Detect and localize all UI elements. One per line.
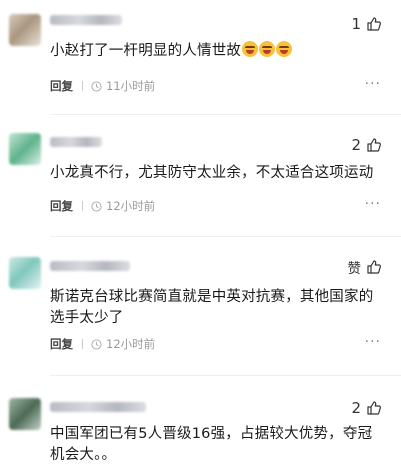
more-dots-icon[interactable]: ··· <box>365 196 381 212</box>
clock-icon <box>91 200 102 212</box>
comment-time: 12小时前 <box>106 199 156 213</box>
divider <box>50 375 401 376</box>
comment-meta: 回复 12小时前 <box>50 198 155 214</box>
clock-icon <box>91 338 102 350</box>
like-button[interactable]: 1 <box>351 14 382 34</box>
comment-text: 小龙真不行，尤其防守太业余，不太适合这项运动 <box>50 165 374 181</box>
divider <box>50 114 401 115</box>
comment-meta: 回复 12小时前 <box>50 336 155 352</box>
username[interactable] <box>50 15 122 25</box>
laughing-crying-emoji <box>242 41 259 57</box>
reply-button[interactable]: 回复 <box>50 336 73 352</box>
separator <box>82 339 83 349</box>
clock-icon <box>91 80 102 92</box>
comment-time: 12小时前 <box>106 337 156 351</box>
avatar[interactable] <box>9 398 41 430</box>
avatar[interactable] <box>9 133 41 165</box>
divider <box>50 236 401 237</box>
like-button[interactable]: 赞 <box>348 257 383 277</box>
comment-text: 中国军团已有5人晋级16强，占据较大优势，夺冠机会大。。 <box>50 426 373 463</box>
comment-text: 斯诺克台球比赛简直就是中英对抗赛，其他国家的选手太少了 <box>50 289 374 326</box>
reply-button[interactable]: 回复 <box>50 198 73 214</box>
separator <box>82 201 83 211</box>
like-button[interactable]: 2 <box>351 398 382 418</box>
reply-button[interactable]: 回复 <box>50 78 73 94</box>
comment-meta: 回复 11小时前 <box>50 78 155 94</box>
like-count: 1 <box>351 15 361 33</box>
like-count: 2 <box>351 136 361 154</box>
thumbs-up-icon <box>367 138 381 152</box>
like-button[interactable]: 2 <box>351 135 382 155</box>
avatar[interactable] <box>9 257 41 289</box>
comment-item: 2 小龙真不行，尤其防守太业余，不太适合这项运动 回复 12小时前 ··· <box>0 116 401 239</box>
username[interactable] <box>50 402 146 412</box>
thumbs-up-icon <box>367 401 381 415</box>
username[interactable] <box>50 261 130 271</box>
like-count: 赞 <box>347 261 362 277</box>
comment-item: 2 中国军团已有5人晋级16强，占据较大优势，夺冠机会大。。 <box>0 378 401 467</box>
laughing-crying-emoji <box>259 41 276 57</box>
username[interactable] <box>50 137 102 147</box>
comment-item: 1 小赵打了一杆明显的人情世故 回复 11小时前 ··· <box>0 0 401 116</box>
more-dots-icon[interactable]: ··· <box>365 76 381 92</box>
comment-item: 赞 斯诺克台球比赛简直就是中英对抗赛，其他国家的选手太少了 回复 12小时前 ·… <box>0 239 401 378</box>
like-count: 2 <box>351 399 361 417</box>
thumbs-up-icon <box>367 17 381 31</box>
comment-text: 小赵打了一杆明显的人情世故 <box>50 41 385 62</box>
separator <box>82 81 83 91</box>
laughing-crying-emoji <box>276 41 293 57</box>
avatar[interactable] <box>9 14 41 46</box>
more-dots-icon[interactable]: ··· <box>365 334 381 350</box>
thumbs-up-icon <box>367 260 381 274</box>
comment-text-content: 小赵打了一杆明显的人情世故 <box>50 43 242 59</box>
comment-time: 11小时前 <box>106 79 156 93</box>
